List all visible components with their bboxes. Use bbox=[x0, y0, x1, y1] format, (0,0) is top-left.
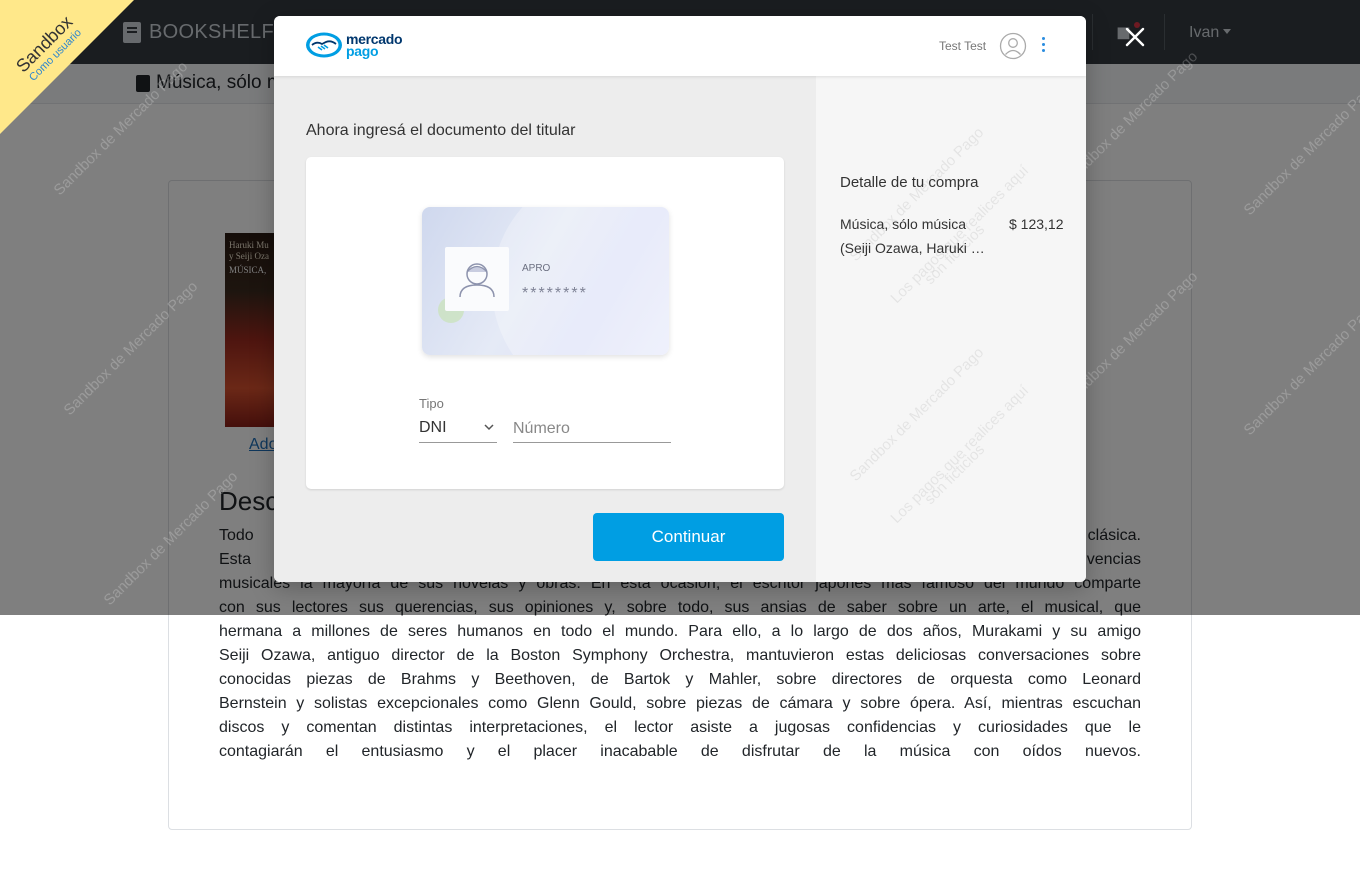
doc-type-select[interactable]: DNI bbox=[419, 416, 497, 443]
purchase-summary-panel: Sandbox de Mercado Pago Sandbox de Merca… bbox=[816, 76, 1086, 582]
item-name-line: Música, sólo música bbox=[840, 216, 967, 232]
summary-item-price: $ 123,12 bbox=[1009, 216, 1064, 232]
description-line: contagiarán el entusiasmo y el placer in… bbox=[219, 743, 1141, 760]
summary-item-name: Música, sólo música (Seiji Ozawa, Haruki… bbox=[840, 212, 990, 260]
description-line: Bernstein y solistas excepcionales como … bbox=[219, 695, 1141, 712]
close-icon[interactable] bbox=[1124, 26, 1146, 48]
chevron-down-icon bbox=[484, 424, 494, 431]
summary-title: Detalle de tu compra bbox=[840, 174, 979, 191]
kebab-icon[interactable] bbox=[1040, 37, 1046, 55]
description-line: hermana a millones de seres humanos en t… bbox=[219, 623, 1141, 640]
card-document-mask: ******** bbox=[522, 285, 588, 302]
test-user-name: Test Test bbox=[939, 39, 987, 53]
doc-type-label: Tipo bbox=[419, 396, 444, 411]
sandbox-watermark: Sandbox de Mercado Pago bbox=[1240, 298, 1360, 439]
step-title: Ahora ingresá el documento del titular bbox=[306, 122, 576, 139]
checkout-header: mercado pago Test Test bbox=[274, 16, 1086, 76]
card-holder-name: APRO bbox=[522, 263, 551, 274]
doc-number-input[interactable] bbox=[513, 416, 671, 443]
sandbox-watermark: Sandbox de Mercado Pago bbox=[1240, 78, 1360, 219]
document-card: APRO ******** Tipo DNI bbox=[306, 157, 784, 489]
sandbox-watermark: Sandbox de Mercado Pago bbox=[50, 58, 192, 199]
document-step-panel: Ahora ingresá el documento del titular A… bbox=[274, 76, 816, 582]
doc-type-value: DNI bbox=[419, 419, 447, 436]
sandbox-watermark: Sandbox de Mercado Pago bbox=[100, 468, 242, 609]
continue-button[interactable]: Continuar bbox=[593, 513, 784, 561]
item-name-line: (Seiji Ozawa, Haruki Murakami) bbox=[840, 240, 990, 256]
description-line: conocidas piezas de Brahms y Beethoven, … bbox=[219, 671, 1141, 688]
description-line: Seiji Ozawa, antiguo director de la Bost… bbox=[219, 647, 1141, 664]
mercado-pago-logo: mercado pago bbox=[305, 31, 403, 59]
checkout-modal: mercado pago Test Test Ahora ingresá el … bbox=[274, 16, 1086, 582]
user-circle-icon[interactable] bbox=[999, 32, 1027, 60]
id-card-preview: APRO ******** bbox=[422, 207, 669, 355]
handshake-icon bbox=[306, 32, 342, 58]
sandbox-watermark: Sandbox de Mercado Pago bbox=[60, 278, 202, 419]
sandbox-watermark: Los pagos que realices aquí bbox=[887, 382, 1033, 527]
person-icon bbox=[459, 263, 495, 298]
id-photo-placeholder bbox=[445, 247, 509, 311]
description-line: discos y comentan distintas interpretaci… bbox=[219, 719, 1141, 736]
